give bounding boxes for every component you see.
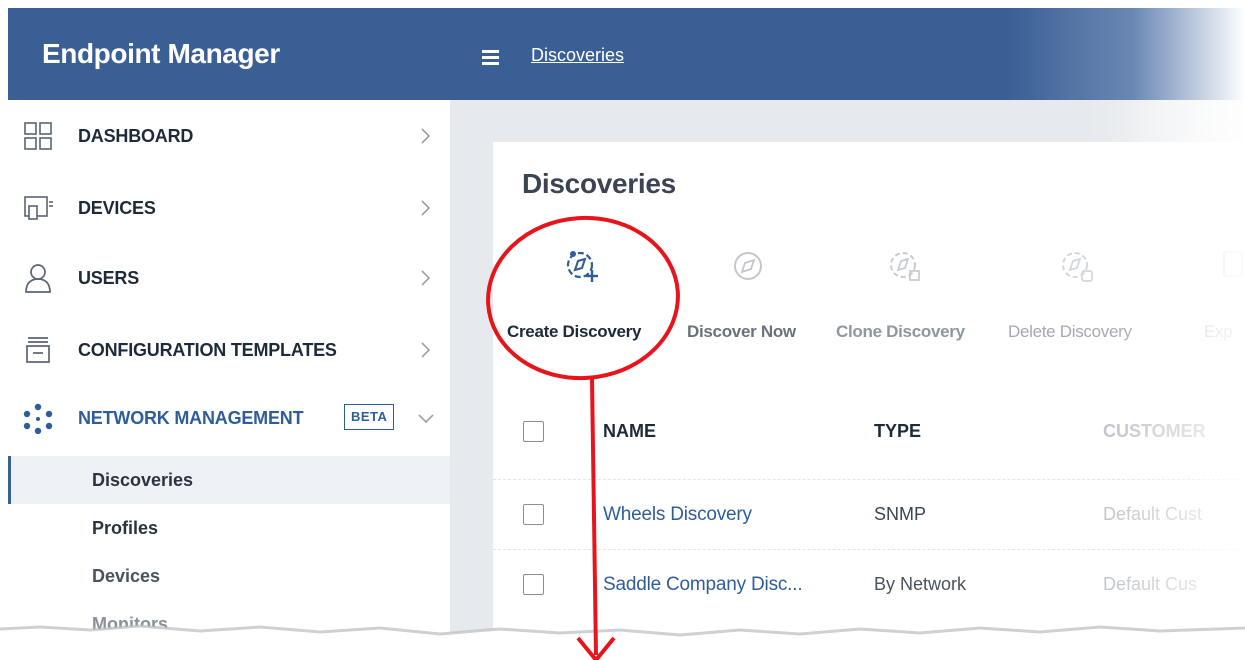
discovery-customer: Default Cust (1103, 504, 1203, 524)
discoveries-panel: Discoveries Create Discovery Discover No… (493, 142, 1245, 660)
chevron-right-icon (421, 128, 431, 144)
discovery-customer: Default Cus (1103, 574, 1198, 594)
export-button[interactable]: Exp (1198, 246, 1245, 356)
toolbar-label: Delete Discovery (1008, 322, 1132, 341)
create-discovery-icon (566, 251, 598, 282)
sidebar: Endpoint Manager DASHBOARD DEVICES USERS… (8, 8, 450, 660)
sidebar-item-configuration-templates[interactable]: CONFIGURATION TEMPLATES (8, 316, 450, 386)
clone-discovery-icon (890, 252, 920, 281)
sidebar-subitem-label: Profiles (92, 518, 159, 538)
discover-now-icon (734, 252, 762, 280)
sidebar-subitem-devices[interactable]: Devices (8, 552, 450, 600)
chevron-right-icon (421, 342, 431, 358)
row-checkbox[interactable] (523, 574, 544, 595)
discover-now-button[interactable]: Discover Now (683, 246, 813, 356)
chevron-right-icon (421, 270, 431, 286)
network-management-icon (23, 403, 53, 434)
configuration-templates-icon (26, 337, 50, 363)
chevron-down-icon (418, 414, 434, 424)
delete-discovery-icon (1062, 252, 1093, 282)
create-discovery-button[interactable]: Create Discovery (507, 246, 659, 356)
page-title: Discoveries (522, 168, 676, 199)
select-all-checkbox[interactable] (523, 421, 544, 442)
brand-bar: Endpoint Manager (8, 8, 450, 100)
sidebar-item-dashboard[interactable]: DASHBOARD (8, 102, 450, 172)
column-header-customer[interactable]: CUSTOMER (1103, 421, 1206, 442)
chevron-right-icon (421, 200, 431, 216)
sidebar-item-label: CONFIGURATION TEMPLATES (78, 340, 337, 360)
sidebar-item-label: NETWORK MANAGEMENT (78, 408, 304, 428)
sidebar-subitem-label: Discoveries (92, 470, 194, 490)
toolbar-label: Clone Discovery (836, 322, 965, 341)
toolbar-label: Discover Now (687, 322, 796, 341)
discovery-name-link[interactable]: Saddle Company Disc... (603, 574, 803, 596)
devices-icon (24, 196, 53, 220)
discovery-type: By Network (874, 574, 967, 594)
brand-title: Endpoint Manager (42, 38, 280, 69)
beta-badge: BETA (344, 404, 395, 430)
delete-discovery-button[interactable]: Delete Discovery (1005, 246, 1155, 356)
export-icon (1223, 251, 1243, 277)
sidebar-item-label: DEVICES (78, 198, 156, 218)
dashboard-grid-icon (24, 122, 52, 150)
sidebar-item-network-management[interactable]: NETWORK MANAGEMENT BETA (8, 384, 450, 454)
top-bar: Discoveries (450, 8, 1245, 100)
torn-edge-decoration (0, 624, 1245, 660)
sidebar-subitem-label: Devices (92, 566, 161, 586)
sidebar-item-devices[interactable]: DEVICES (8, 174, 450, 244)
toolbar-label: Exp (1204, 322, 1233, 341)
app-window: Endpoint Manager DASHBOARD DEVICES USERS… (0, 0, 1245, 660)
toolbar-label: Create Discovery (507, 322, 642, 341)
breadcrumb-discoveries[interactable]: Discoveries (531, 45, 624, 66)
row-checkbox[interactable] (523, 504, 544, 525)
column-header-type[interactable]: TYPE (874, 421, 921, 442)
sidebar-subitem-discoveries[interactable]: Discoveries (8, 456, 450, 504)
table-row[interactable]: Wheels Discovery SNMP Default Cust (493, 479, 1245, 549)
discovery-name-link[interactable]: Wheels Discovery (603, 504, 752, 526)
sidebar-item-label: USERS (78, 268, 140, 288)
discovery-type: SNMP (874, 504, 927, 524)
sidebar-subitem-profiles[interactable]: Profiles (8, 504, 450, 552)
sidebar-item-label: DASHBOARD (78, 126, 194, 146)
clone-discovery-button[interactable]: Clone Discovery (833, 246, 983, 356)
column-header-name[interactable]: NAME (603, 421, 656, 442)
user-icon (25, 264, 51, 293)
hamburger-icon[interactable] (482, 50, 499, 65)
sidebar-item-users[interactable]: USERS (8, 244, 450, 314)
